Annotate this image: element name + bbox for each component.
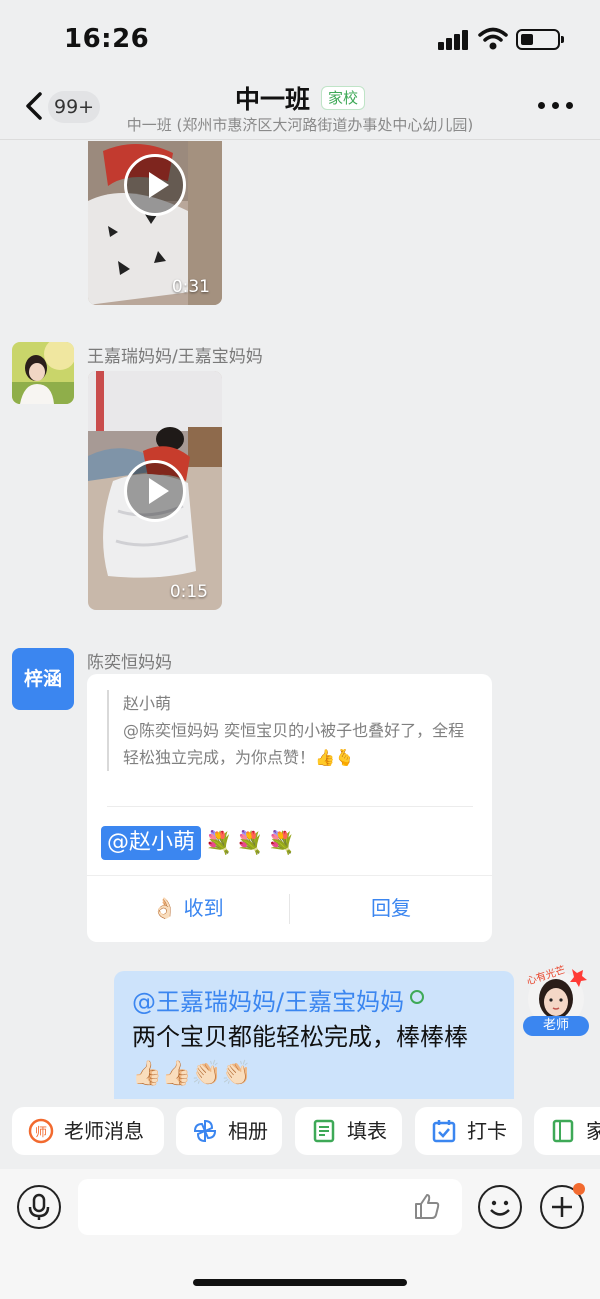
emoji-button[interactable]: [478, 1185, 522, 1229]
quick-label: 老师消息: [64, 1119, 144, 1143]
divider: [107, 806, 473, 807]
teacher-icon: 师: [28, 1118, 54, 1144]
message-text: 两个宝贝都能轻松完成，棒棒棒👍🏻👍🏻👏🏻👏🏻: [132, 1023, 468, 1087]
avatar[interactable]: 梓涵: [12, 648, 74, 710]
teacher-badge: 老师: [523, 1016, 589, 1036]
thumbs-up-icon[interactable]: [412, 1191, 442, 1221]
quick-home-school[interactable]: 家: [534, 1107, 600, 1155]
mention-chip[interactable]: @赵小萌: [101, 826, 202, 860]
form-icon: [313, 1119, 335, 1143]
quick-label: 打卡: [467, 1119, 507, 1143]
video-duration: 0:31: [171, 277, 210, 297]
video-duration: 0:15: [169, 582, 208, 602]
quick-label: 填表: [347, 1119, 387, 1143]
quick-teacher-messages[interactable]: 师 老师消息: [12, 1107, 164, 1155]
notification-dot: [573, 1183, 585, 1195]
quick-checkin[interactable]: 打卡: [415, 1107, 522, 1155]
read-check-icon: [410, 990, 425, 1004]
battery-icon: [516, 29, 564, 50]
card-actions: 👌🏻 收到 回复: [87, 875, 492, 942]
status-bar: 16:26: [0, 0, 600, 80]
chat-header: 99+ 中一班 家校 中一班 (郑州市惠济区大河路街道办事处中心幼儿园): [0, 80, 600, 140]
message-input[interactable]: [78, 1179, 462, 1235]
sender-name: 王嘉瑞妈妈/王嘉宝妈妈: [87, 347, 263, 367]
avatar[interactable]: [12, 342, 74, 404]
video-message[interactable]: 0:31: [88, 141, 222, 305]
play-icon[interactable]: [124, 460, 186, 522]
reply-content: @赵小萌 💐💐💐: [101, 826, 299, 860]
quick-form[interactable]: 填表: [295, 1107, 402, 1155]
quote-author: 赵小萌: [123, 694, 172, 713]
voice-input-button[interactable]: [17, 1185, 61, 1229]
svg-text:师: 师: [35, 1125, 47, 1139]
wifi-icon: [478, 27, 508, 50]
title-row: 中一班 家校: [0, 80, 600, 116]
quote-text: @陈奕恒妈妈 奕恒宝贝的小被子也叠好了，全程轻松独立完成，为你点赞！👍🫰: [123, 721, 465, 767]
group-type-tag: 家校: [321, 86, 366, 110]
page-subtitle: 中一班 (郑州市惠济区大河路街道办事处中心幼儿园): [126, 116, 474, 134]
more-options-icon[interactable]: [538, 102, 574, 112]
status-time: 16:26: [64, 24, 150, 54]
home-indicator[interactable]: [193, 1279, 407, 1286]
book-icon: [552, 1119, 574, 1143]
microphone-icon: [28, 1193, 50, 1220]
quick-album[interactable]: 相册: [176, 1107, 282, 1155]
page-title: 中一班: [234, 85, 310, 114]
received-button[interactable]: 👌🏻 收到: [87, 876, 289, 943]
quick-label: 家: [586, 1119, 600, 1143]
smile-icon: [490, 1200, 510, 1216]
quoted-message[interactable]: 赵小萌 @陈奕恒妈妈 奕恒宝贝的小被子也叠好了，全程轻松独立完成，为你点赞！👍🫰: [107, 690, 473, 771]
my-message-bubble[interactable]: @王嘉瑞妈妈/王嘉宝妈妈 两个宝贝都能轻松完成，棒棒棒👍🏻👍🏻👏🏻👏🏻: [114, 971, 514, 1099]
video-message[interactable]: 0:15: [88, 371, 222, 610]
sender-name: 陈奕恒妈妈: [87, 653, 172, 673]
quick-label: 相册: [228, 1119, 268, 1143]
mention-text[interactable]: @王嘉瑞妈妈/王嘉宝妈妈: [132, 988, 404, 1016]
reply-button[interactable]: 回复: [290, 876, 492, 943]
emoji-text: 💐💐💐: [205, 830, 300, 856]
signal-icon: [438, 30, 470, 50]
pinwheel-icon: [193, 1119, 217, 1143]
calendar-check-icon: [432, 1120, 456, 1143]
mention-line: @王嘉瑞妈妈/王嘉宝妈妈: [132, 985, 496, 1019]
quick-action-bar: 师 老师消息 相册 填表 打卡 家: [0, 1099, 600, 1169]
play-icon[interactable]: [124, 154, 186, 216]
reply-card: 赵小萌 @陈奕恒妈妈 奕恒宝贝的小被子也叠好了，全程轻松独立完成，为你点赞！👍🫰…: [87, 674, 492, 942]
